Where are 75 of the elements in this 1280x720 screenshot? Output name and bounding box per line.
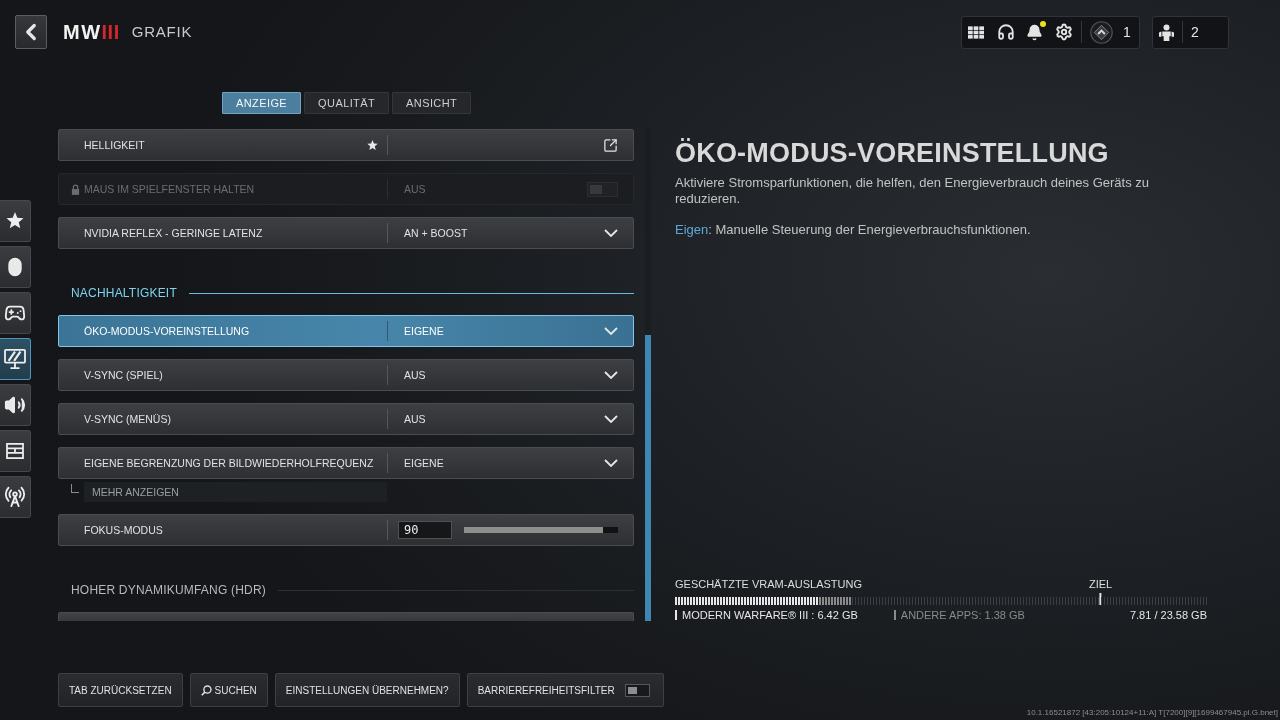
search-icon (200, 684, 212, 696)
setting-row[interactable]: HELLIGKEIT (58, 129, 634, 161)
sidebar-tab[interactable] (0, 200, 31, 242)
setting-row[interactable]: ÖKO-MODUS-VOREINSTELLUNG EIGENE (58, 315, 634, 347)
footer-button[interactable]: EINSTELLUNGEN ÜBERNEHMEN? (274, 673, 460, 707)
setting-label: EIGENE BEGRENZUNG DER BILDWIEDERHOLFREQUENZ (84, 456, 375, 470)
sidebar-tab[interactable] (0, 246, 31, 288)
back-button[interactable] (15, 15, 47, 49)
person-icon[interactable] (1159, 23, 1174, 41)
setting-row[interactable]: V-SYNC (SPIEL) AUS (58, 359, 634, 391)
setting-label: MAUS IM SPIELFENSTER HALTEN (84, 182, 256, 196)
monitor-icon (4, 349, 26, 369)
setting-label: HELLIGKEIT (84, 138, 146, 152)
number-field[interactable]: 90 (398, 521, 452, 539)
legend-label: MODERN WARFARE® III : 6.42 GB (682, 609, 858, 621)
settings-icon[interactable] (1055, 23, 1073, 41)
section-title: HOHER DYNAMIKUMFANG (HDR) (71, 583, 266, 597)
toggle-switch[interactable] (624, 683, 650, 697)
setting-value: AUS (404, 182, 426, 196)
chevron-down-icon (604, 459, 618, 467)
rank-badge-icon[interactable] (1090, 20, 1113, 44)
setting-row[interactable]: FOKUS-MODUS 90 (58, 514, 634, 546)
chevron-down-icon (604, 371, 618, 379)
radio-tower-icon (4, 486, 26, 508)
headset-icon[interactable] (997, 23, 1015, 41)
chevron-down-icon (604, 327, 618, 335)
setting-value: EIGENE (404, 456, 444, 470)
target-label: ZIEL (1089, 578, 1113, 590)
setting-label: NVIDIA REFLEX - GERINGE LATENZ (84, 226, 264, 240)
tree-branch-icon (71, 484, 79, 493)
chevron-down-icon (604, 229, 618, 237)
setting-value: AN + BOOST (404, 226, 468, 240)
section-title: NACHHALTIGKEIT (71, 286, 177, 300)
game-logo: MWIII (63, 22, 120, 42)
setting-label: ÖKO-MODUS-VOREINSTELLUNG (84, 324, 251, 338)
setting-value: EIGENE (404, 324, 444, 338)
page-title: GRAFIK (131, 23, 193, 41)
detail-description: Aktiviere Stromsparfunktionen, die helfen, den Energieverbrauch deines Geräts zu reduzieren. (675, 175, 1151, 207)
legend-label: ANDERE APPS: 1.38 GB (900, 609, 1025, 621)
setting-row[interactable]: NVIDIA REFLEX - GERINGE LATENZ AN + BOOST (58, 217, 634, 249)
vram-title: GESCHÄTZTE VRAM-AUSLASTUNG (675, 578, 863, 590)
build-info: 10.1.16521872 [43:205:10124+11:A] T[7200][9][1699467945.pl.G.bnet] (1026, 708, 1279, 719)
star-icon (6, 212, 24, 230)
filter-toggle-button[interactable]: BARRIEREFREIHEITSFILTER (466, 673, 664, 707)
sidebar-tab[interactable] (0, 338, 31, 380)
setting-label: V-SYNC (MENÜS) (84, 412, 172, 426)
bell-icon[interactable] (1026, 23, 1043, 41)
window-layout-icon (6, 443, 24, 459)
speaker-icon (4, 394, 26, 416)
mouse-icon (5, 257, 25, 277)
setting-label: V-SYNC (SPIEL) (84, 368, 164, 382)
rank-number: 1 (1123, 24, 1131, 40)
sidebar-tab[interactable] (0, 384, 31, 426)
lock-icon (71, 183, 80, 195)
sidebar-tab[interactable] (0, 476, 31, 518)
setting-value: AUS (404, 412, 426, 426)
detail-title: ÖKO-MODUS-VOREINSTELLUNG (675, 139, 1110, 167)
setting-row[interactable]: EIGENE BEGRENZUNG DER BILDWIEDERHOLFREQUENZ EIGENE (58, 447, 634, 479)
tab[interactable]: ANZEIGE (222, 92, 302, 114)
footer-button[interactable]: TAB ZURÜCKSETZEN (58, 673, 183, 707)
vram-total: 7.81 / 23.58 GB (1129, 609, 1207, 621)
show-more-button[interactable]: MEHR ANZEIGEN (84, 482, 387, 502)
sidebar-tab[interactable] (0, 292, 31, 334)
tab[interactable]: ANSICHT (392, 92, 472, 114)
setting-label: FOKUS-MODUS (84, 523, 164, 537)
detail-note: Eigen: Manuelle Steuerung der Energieverbrauchsfunktionen. (675, 222, 1032, 238)
external-link-icon (603, 137, 618, 153)
apps-grid-icon[interactable] (968, 25, 984, 39)
search-button[interactable]: SUCHEN (189, 673, 268, 707)
tab[interactable]: QUALITÄT (304, 92, 390, 114)
setting-value: AUS (404, 368, 426, 382)
party-count: 2 (1191, 24, 1199, 40)
sidebar-tab[interactable] (0, 430, 31, 472)
setting-row[interactable]: V-SYNC (MENÜS) AUS (58, 403, 634, 435)
chevron-down-icon (604, 415, 618, 423)
